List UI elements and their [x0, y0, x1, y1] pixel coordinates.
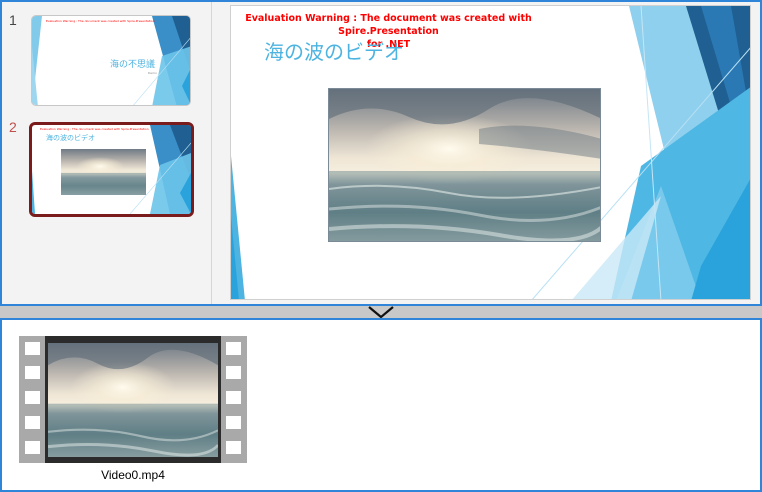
- chevron-down-icon[interactable]: [366, 306, 396, 318]
- sprocket-hole: [25, 342, 40, 355]
- file-browser-pane: Video0.mp4: [0, 318, 762, 492]
- slide-editor: Evaluation Warning : The document was cr…: [213, 2, 760, 304]
- video-thumbnail: [61, 149, 146, 195]
- video-frame-image: [329, 89, 600, 241]
- sprocket-hole: [226, 416, 241, 429]
- sprocket-hole: [25, 441, 40, 454]
- sprocket-hole: [226, 391, 241, 404]
- slide-number: 2: [9, 119, 17, 135]
- sprocket-hole: [25, 391, 40, 404]
- video-file-icon: [19, 336, 247, 463]
- warning-line-1: Evaluation Warning : The document was cr…: [245, 13, 532, 37]
- video-preview-image: [48, 343, 218, 457]
- sprocket-hole: [25, 366, 40, 379]
- warning-text: Evaluation Warning : The document was cr…: [46, 19, 155, 23]
- slide-thumbnails-panel: 1 Evaluation Warning : The document was …: [2, 2, 212, 304]
- presentation-editor-pane: 1 Evaluation Warning : The document was …: [0, 0, 762, 306]
- current-slide[interactable]: Evaluation Warning : The document was cr…: [230, 5, 751, 300]
- pane-splitter[interactable]: [0, 306, 762, 318]
- sprocket-hole: [226, 342, 241, 355]
- slide-thumbnail-2[interactable]: Evaluation Warning : The document was cr…: [29, 122, 194, 217]
- sprocket-hole: [226, 366, 241, 379]
- slide-subtitle: Demo: [148, 71, 157, 75]
- file-item-video[interactable]: Video0.mp4: [19, 336, 247, 486]
- sprocket-hole: [226, 441, 241, 454]
- slide-title[interactable]: 海の波のビデオ: [264, 36, 404, 65]
- slide-title: 海の波のビデオ: [46, 134, 95, 142]
- warning-text: Evaluation Warning : The document was cr…: [40, 127, 149, 131]
- slide-title: 海の不思議: [110, 60, 156, 70]
- filmstrip-frame: [45, 336, 221, 463]
- embedded-video[interactable]: [328, 88, 601, 242]
- slide-thumbnail-1[interactable]: Evaluation Warning : The document was cr…: [31, 15, 191, 106]
- slide-number: 1: [9, 12, 17, 28]
- file-name-label: Video0.mp4: [101, 468, 165, 482]
- sprocket-hole: [25, 416, 40, 429]
